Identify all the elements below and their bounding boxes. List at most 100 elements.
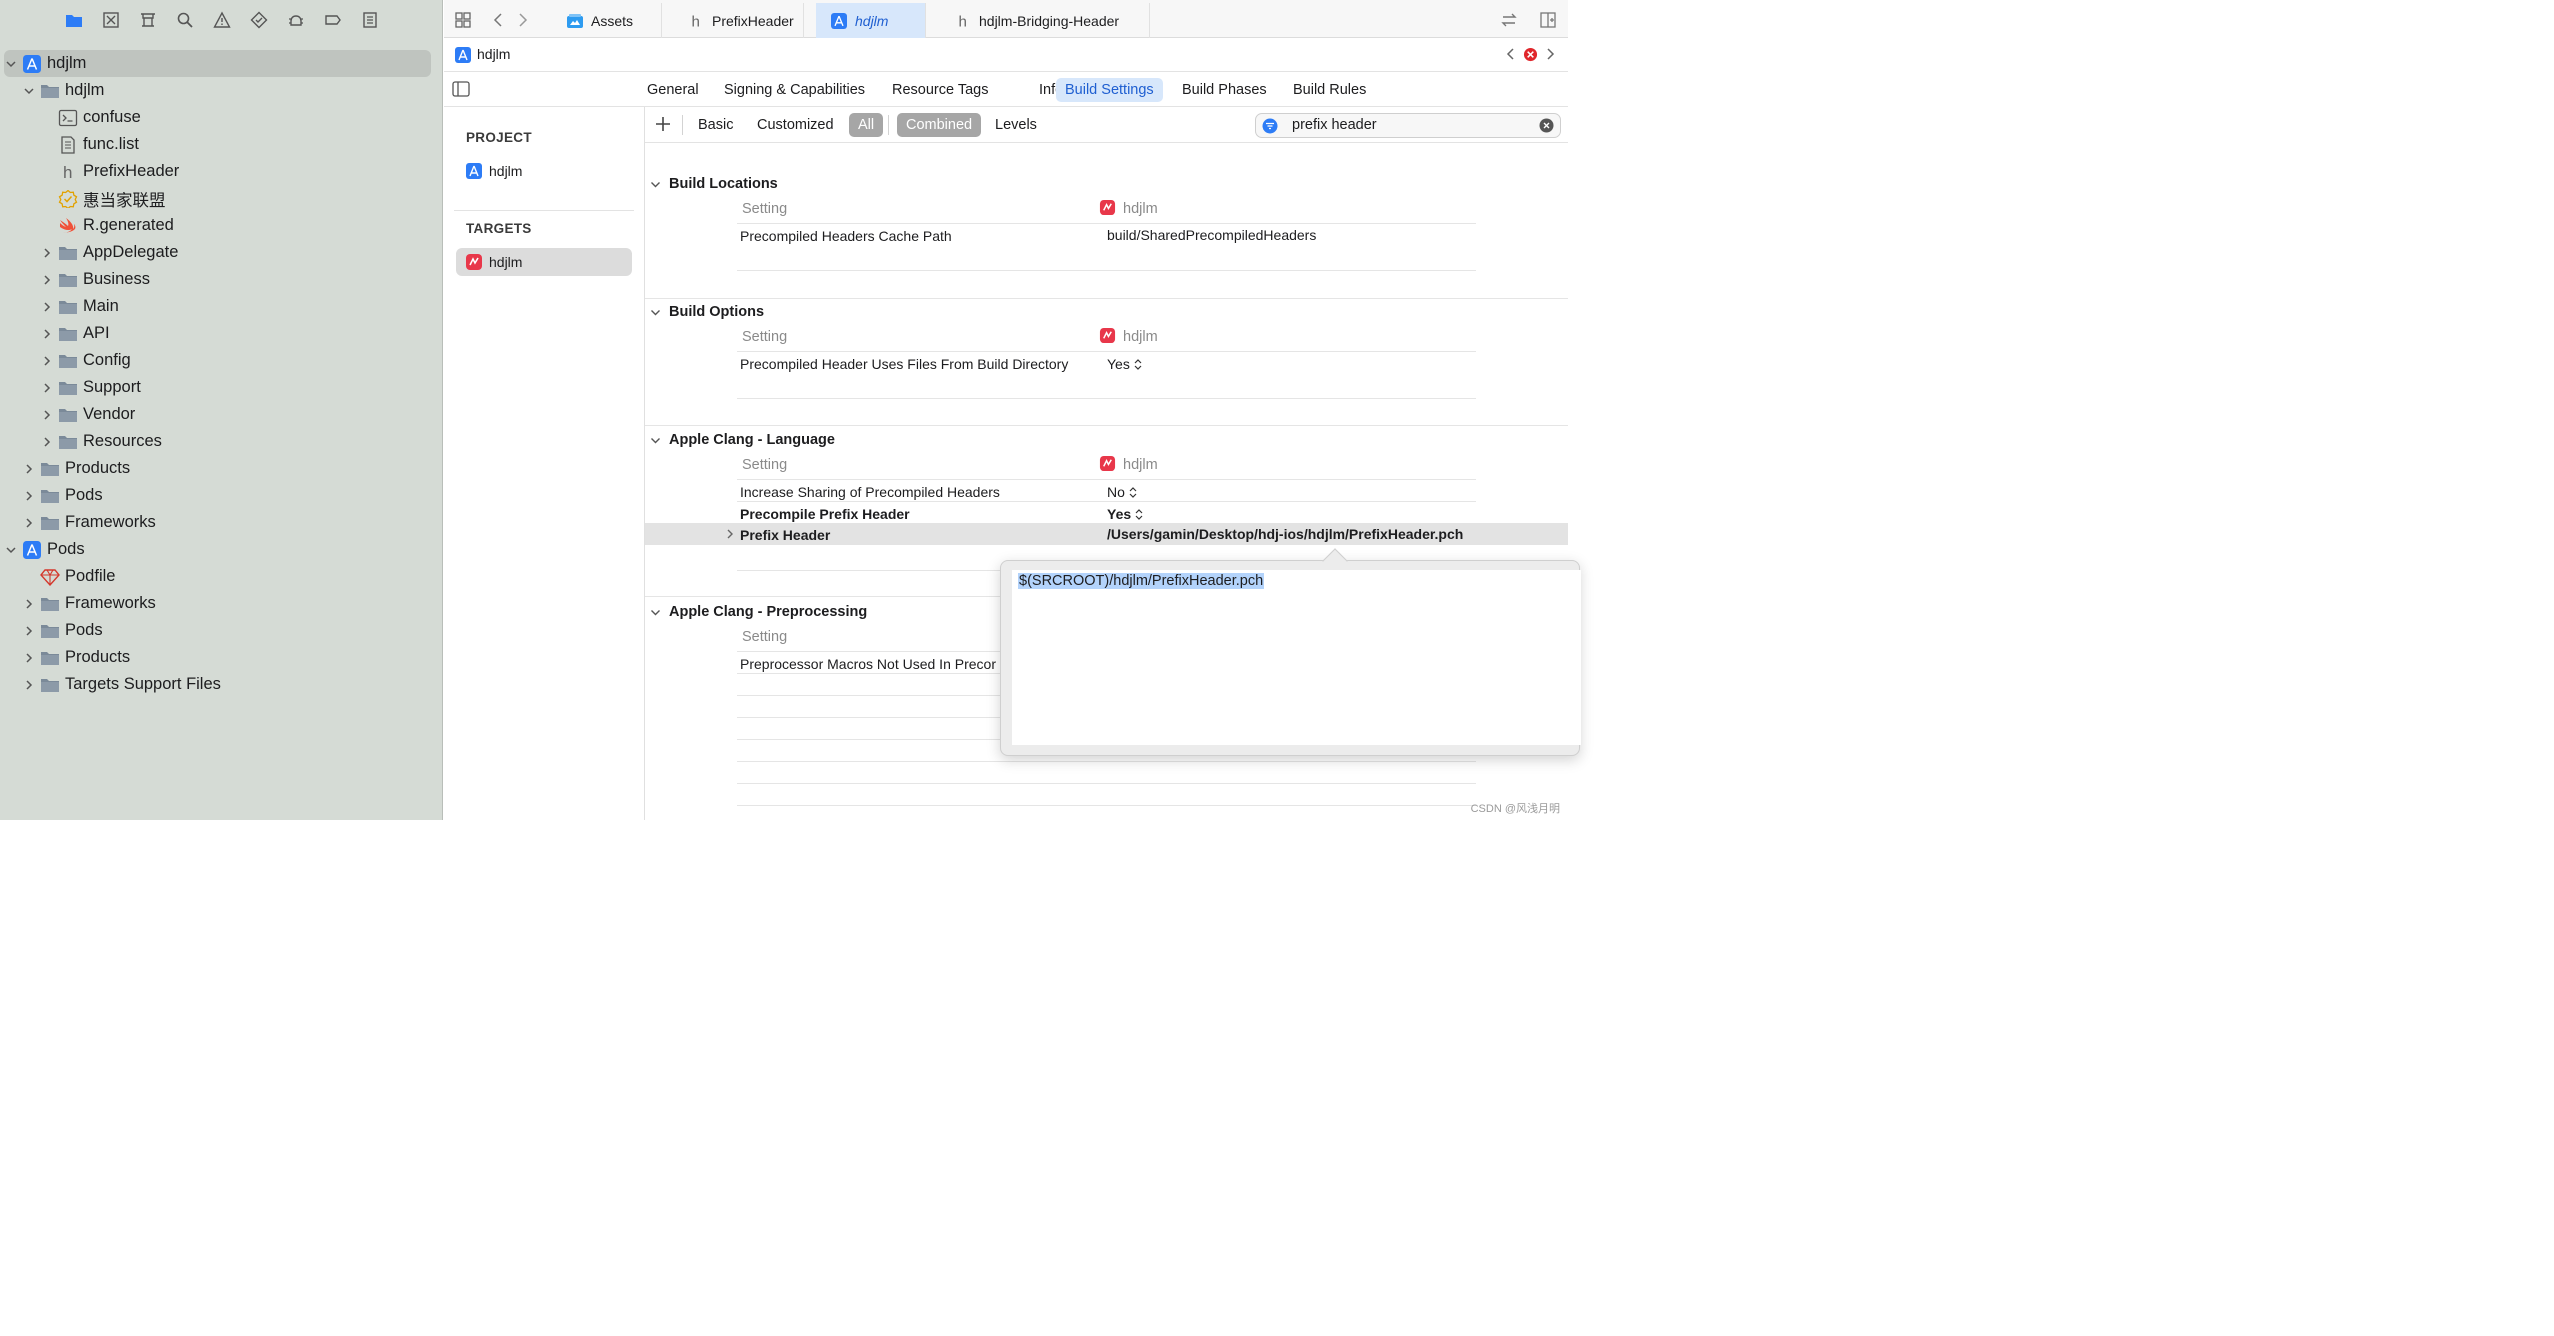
chevron-down-icon[interactable] (650, 307, 661, 318)
navigator-item[interactable]: h PrefixHeader (0, 158, 443, 185)
chevron-down-icon[interactable] (650, 607, 661, 618)
navigator-item[interactable]: Products (0, 455, 443, 482)
editor-tab[interactable]: Build Rules (1284, 78, 1375, 102)
target-item[interactable]: hdjlm (456, 248, 632, 276)
navigator-item[interactable]: Pods (0, 482, 443, 509)
jump-bar-label[interactable]: hdjlm (477, 46, 510, 62)
search-icon[interactable] (166, 7, 203, 33)
forward-chevron-icon[interactable] (512, 10, 532, 30)
navigator-item[interactable]: Podfile (0, 563, 443, 590)
sidebar-toggle-icon[interactable] (452, 81, 470, 97)
setting-name[interactable]: Preprocessor Macros Not Used In Precor (740, 656, 1002, 672)
navigator-item[interactable]: func.list (0, 131, 443, 158)
chevron-right-icon[interactable] (22, 597, 36, 611)
chevron-right-icon[interactable] (22, 651, 36, 665)
navigator-item[interactable]: Resources (0, 428, 443, 455)
filter-button[interactable]: Customized (748, 113, 843, 137)
section-title-clang-preprocessing[interactable]: Apple Clang - Preprocessing (669, 604, 867, 620)
navigator-item[interactable]: confuse (0, 104, 443, 131)
split-editor-icon[interactable] (1538, 10, 1558, 30)
chevron-right-icon[interactable] (22, 516, 36, 530)
navigator-item[interactable]: Main (0, 293, 443, 320)
setting-value[interactable]: /Users/gamin/Desktop/hdj-ios/hdjlm/Prefi… (1107, 526, 1463, 542)
filter-button[interactable]: Basic (689, 113, 742, 137)
chevron-down-icon[interactable] (4, 543, 18, 557)
setting-value-popup[interactable]: No (1107, 484, 1137, 500)
folder-icon[interactable] (55, 7, 92, 33)
grid-icon[interactable] (453, 10, 473, 30)
navigator-item[interactable]: Config (0, 347, 443, 374)
chevron-right-icon[interactable] (22, 489, 36, 503)
section-title-clang-language[interactable]: Apple Clang - Language (669, 432, 835, 448)
test-icon[interactable] (240, 7, 277, 33)
chevron-right-icon[interactable] (22, 462, 36, 476)
breakpoint-icon[interactable] (314, 7, 351, 33)
chevron-right-icon[interactable] (40, 408, 54, 422)
clear-search-icon[interactable] (1539, 118, 1554, 133)
previous-issue-icon[interactable] (1503, 46, 1517, 62)
setting-name[interactable]: Precompile Prefix Header (740, 506, 910, 522)
setting-value-popup[interactable]: Yes (1107, 506, 1143, 522)
chevron-right-icon[interactable] (40, 327, 54, 341)
chevron-right-icon[interactable] (40, 354, 54, 368)
chevron-right-icon[interactable] (22, 624, 36, 638)
issue-icon[interactable] (203, 7, 240, 33)
chevron-right-icon[interactable] (40, 300, 54, 314)
chevron-right-icon[interactable] (40, 381, 54, 395)
swap-icon[interactable] (1499, 10, 1519, 30)
editor-tab[interactable]: General (638, 78, 708, 102)
setting-name[interactable]: Prefix Header (740, 527, 830, 543)
section-title-build-options[interactable]: Build Options (669, 304, 764, 320)
next-issue-icon[interactable] (1544, 46, 1558, 62)
filter-button[interactable]: Combined (897, 113, 982, 137)
chevron-right-icon[interactable] (22, 678, 36, 692)
chevron-right-icon[interactable] (40, 435, 54, 449)
navigator-item[interactable]: hdjlm (0, 77, 443, 104)
file-tab[interactable]: hdjlm (816, 3, 926, 38)
navigator-item[interactable]: Business (0, 266, 443, 293)
editor-tab[interactable]: Resource Tags (883, 78, 997, 102)
navigator-item[interactable]: hdjlm (4, 50, 431, 77)
setting-value[interactable]: build/SharedPrecompiledHeaders (1107, 227, 1316, 243)
filter-button[interactable]: Levels (986, 113, 1046, 137)
prefix-header-value[interactable]: $(SRCROOT)/hdjlm/PrefixHeader.pch (1018, 573, 1265, 589)
navigator-item[interactable]: Pods (0, 617, 443, 644)
report-icon[interactable] (351, 7, 388, 33)
setting-name[interactable]: Precompiled Header Uses Files From Build… (740, 356, 1068, 372)
source-control-icon[interactable] (92, 7, 129, 33)
chevron-right-icon[interactable] (40, 246, 54, 260)
add-icon[interactable] (655, 116, 671, 132)
navigator-item[interactable]: Support (0, 374, 443, 401)
file-tab[interactable]: h PrefixHeader (673, 3, 804, 38)
symbol-icon[interactable] (129, 7, 166, 33)
debug-icon[interactable] (277, 7, 314, 33)
filter-button[interactable]: All (849, 113, 884, 137)
chevron-down-icon[interactable] (650, 179, 661, 190)
navigator-item[interactable]: Products (0, 644, 443, 671)
file-tab[interactable]: h hdjlm-Bridging-Header (940, 3, 1150, 38)
error-icon[interactable] (1523, 47, 1538, 62)
project-item[interactable]: hdjlm (456, 157, 632, 185)
chevron-right-icon[interactable] (40, 273, 54, 287)
navigator-item[interactable]: Pods (0, 536, 443, 563)
navigator-item[interactable]: Vendor (0, 401, 443, 428)
navigator-item[interactable]: API (0, 320, 443, 347)
filter-icon[interactable] (1262, 118, 1278, 134)
setting-name[interactable]: Increase Sharing of Precompiled Headers (740, 484, 1000, 500)
chevron-down-icon[interactable] (650, 435, 661, 446)
chevron-down-icon[interactable] (22, 84, 36, 98)
search-input[interactable]: prefix header (1292, 117, 1377, 133)
navigator-item[interactable]: Frameworks (0, 509, 443, 536)
prefix-header-value-field[interactable]: $(SRCROOT)/hdjlm/PrefixHeader.pch (1012, 570, 1581, 745)
setting-name[interactable]: Precompiled Headers Cache Path (740, 228, 952, 244)
navigator-item[interactable]: AppDelegate (0, 239, 443, 266)
search-field[interactable]: prefix header (1255, 113, 1561, 138)
editor-tab[interactable]: Signing & Capabilities (715, 78, 874, 102)
section-title-build-locations[interactable]: Build Locations (669, 176, 778, 192)
chevron-down-icon[interactable] (4, 57, 18, 71)
file-tab[interactable]: Assets (552, 3, 662, 38)
navigator-item[interactable]: R.generated (0, 212, 443, 239)
chevron-right-icon[interactable] (725, 529, 735, 539)
navigator-item[interactable]: Frameworks (0, 590, 443, 617)
navigator-item[interactable]: 惠当家联盟 (0, 185, 443, 212)
